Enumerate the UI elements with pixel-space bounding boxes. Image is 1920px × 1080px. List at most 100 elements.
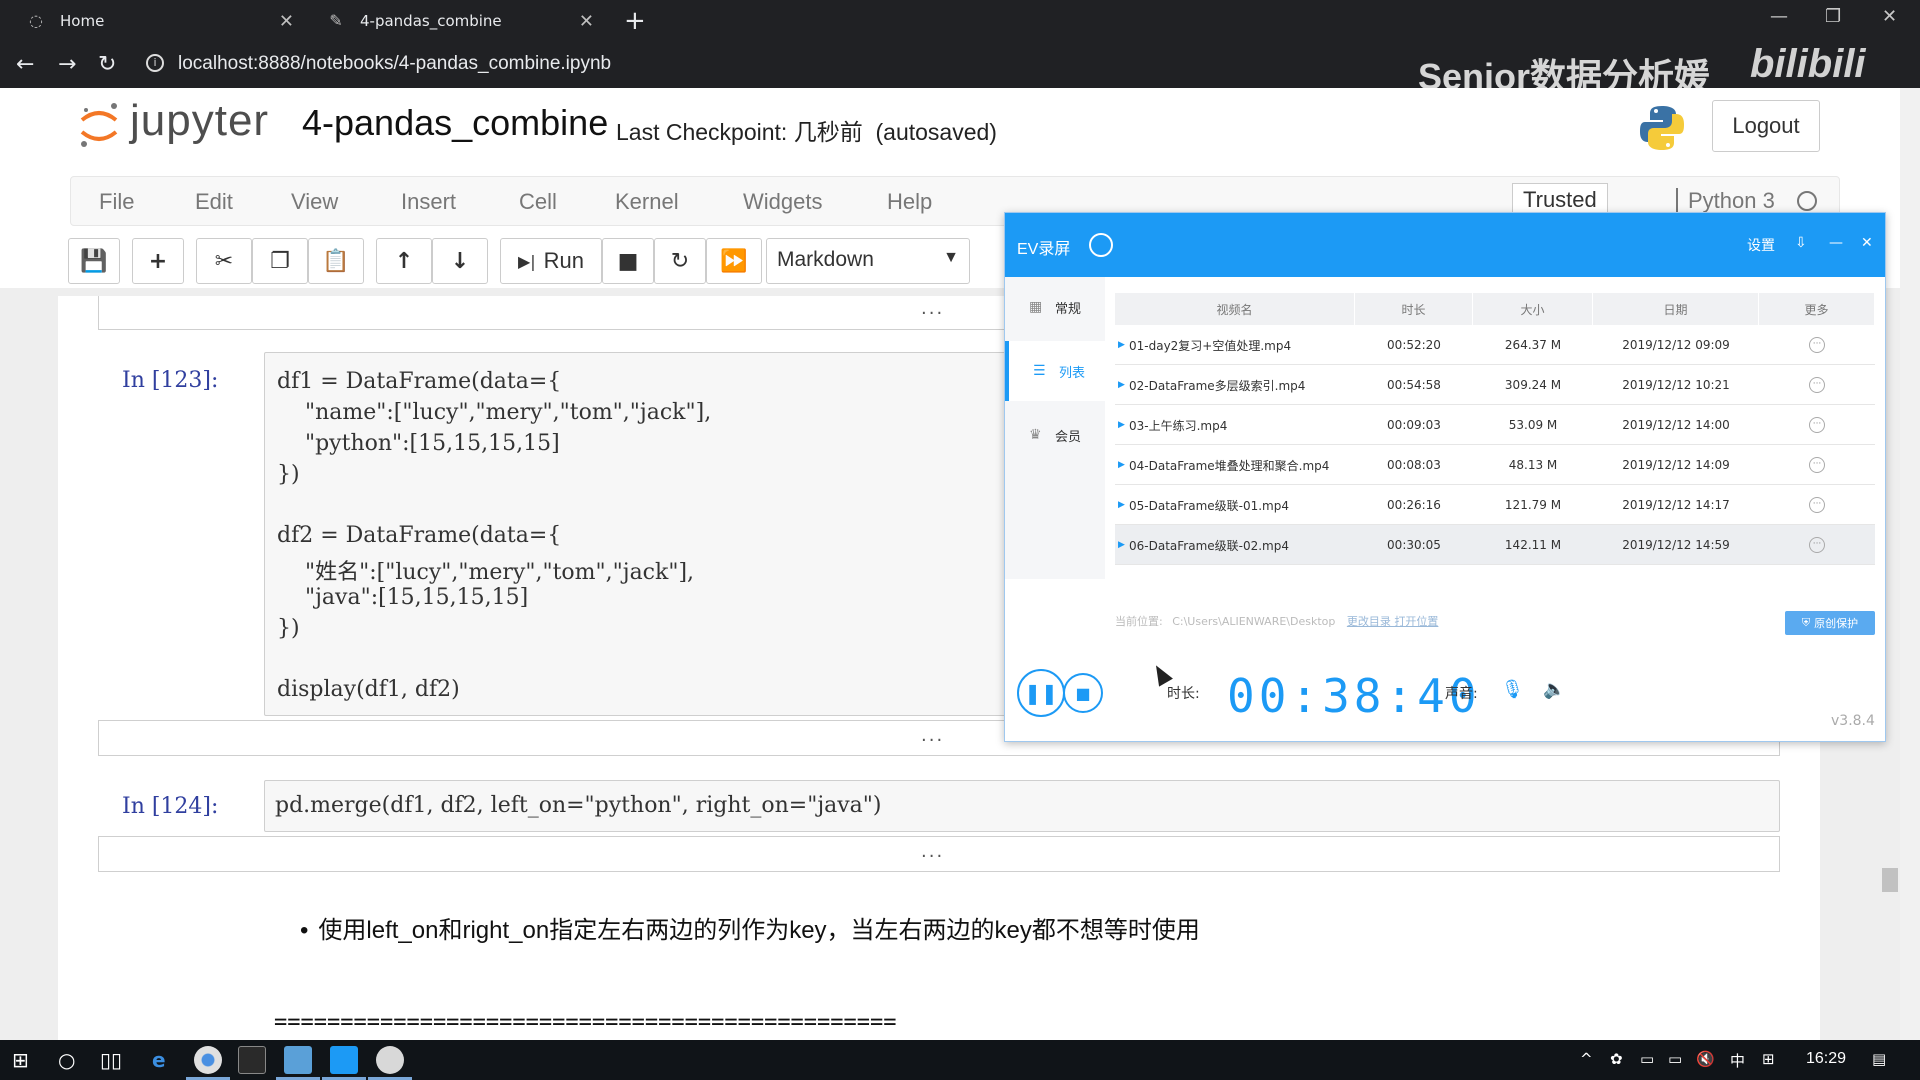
speaker-icon[interactable]: 🔈 (1543, 679, 1565, 700)
new-tab-icon[interactable]: + (624, 6, 646, 36)
user-icon[interactable] (1089, 233, 1113, 257)
close-icon[interactable]: ✕ (1861, 235, 1873, 251)
sidebar-item-general[interactable]: ▦ 常规 (1005, 277, 1105, 337)
notebook-title[interactable]: 4-pandas_combine (302, 102, 608, 144)
more-options-icon[interactable]: ··· (1809, 537, 1825, 553)
paste-button[interactable]: 📋 (308, 238, 364, 284)
menu-help[interactable]: Help (887, 189, 932, 215)
stop-button[interactable]: ■ (1063, 673, 1103, 713)
ev-recorder-window: EV录屏 设置 ⇩ — ✕ ▦ 常规 ☰ 列表 ♛ 会员 视频名 时长 大小 日期 更… (1004, 212, 1886, 742)
close-icon[interactable]: ✕ (579, 11, 594, 32)
cut-button[interactable]: ✂ (196, 238, 252, 284)
tray-expand-icon[interactable]: ^ (1580, 1050, 1593, 1068)
play-icon[interactable]: ▶ (1118, 405, 1125, 445)
microphone-icon[interactable]: 🎙 (1501, 679, 1524, 700)
table-row[interactable]: ▶ 02-DataFrame多层级索引.mp4 00:54:58 309.24 M 20… (1115, 365, 1875, 405)
pause-button[interactable]: ❚❚ (1017, 669, 1065, 717)
more-options-icon[interactable]: ··· (1809, 497, 1825, 513)
table-row[interactable]: ▶ 04-DataFrame堆叠处理和聚合.mp4 00:08:03 48.13 M 2… (1115, 445, 1875, 485)
reload-icon[interactable]: ↻ (98, 52, 116, 77)
run-button[interactable]: ▶| Run (500, 238, 602, 284)
collapsed-output[interactable]: ... (98, 836, 1780, 872)
play-icon[interactable]: ▶ (1118, 365, 1125, 405)
more-options-icon[interactable]: ··· (1809, 417, 1825, 433)
save-button[interactable]: 💾 (68, 238, 120, 284)
table-row[interactable]: ▶ 05-DataFrame级联-01.mp4 00:26:16 121.79 M 20… (1115, 485, 1875, 525)
keyboard-icon[interactable]: ⊞ (1762, 1050, 1775, 1068)
forward-icon[interactable]: → (58, 52, 76, 77)
menu-insert[interactable]: Insert (401, 189, 456, 215)
logout-button[interactable]: Logout (1712, 100, 1820, 152)
window-close-icon[interactable]: ✕ (1882, 6, 1897, 27)
run-all-button[interactable]: ⏩ (706, 238, 762, 284)
chrome-icon[interactable] (194, 1046, 222, 1074)
app-icon[interactable] (284, 1046, 312, 1074)
menu-kernel[interactable]: Kernel (615, 189, 679, 215)
code-line: }) (277, 616, 300, 641)
menu-widgets[interactable]: Widgets (743, 189, 822, 215)
search-icon[interactable]: ○ (58, 1048, 75, 1072)
dropdown-icon[interactable]: ⇩ (1795, 235, 1807, 251)
table-row[interactable]: ▶ 01-day2复习+空值处理.mp4 00:52:20 264.37 M 2019/… (1115, 325, 1875, 365)
stop-icon: ■ (1075, 683, 1091, 703)
restart-button[interactable]: ↻ (654, 238, 706, 284)
play-icon[interactable]: ▶ (1118, 485, 1125, 525)
protect-button[interactable]: ⛨ 原创保护 (1785, 611, 1875, 635)
network-icon[interactable]: ▭ (1668, 1050, 1682, 1068)
more-options-icon[interactable]: ··· (1809, 457, 1825, 473)
play-icon[interactable]: ▶ (1118, 525, 1125, 565)
volume-icon[interactable]: 🔇 (1696, 1050, 1715, 1068)
tray-app-icon[interactable]: ✿ (1610, 1050, 1623, 1068)
taskbar: ⊞ ○ ▯▯ e ^ ✿ ▭ ▭ 🔇 中 ⊞ 16:29 ▤ (0, 1040, 1920, 1080)
menu-file[interactable]: File (99, 189, 134, 215)
scrollbar-thumb[interactable] (1882, 868, 1898, 892)
loading-icon: ◌ (29, 11, 43, 30)
play-icon[interactable]: ▶ (1118, 445, 1125, 485)
app-icon[interactable] (376, 1046, 404, 1074)
menu-cell[interactable]: Cell (519, 189, 557, 215)
notification-icon[interactable]: ▤ (1872, 1050, 1886, 1068)
tab-title: 4-pandas_combine (360, 12, 502, 30)
battery-icon[interactable]: ▭ (1640, 1050, 1654, 1068)
stop-button[interactable]: ■ (602, 238, 654, 284)
edge-icon[interactable]: e (152, 1048, 166, 1072)
scrollbar[interactable] (1900, 88, 1920, 1040)
play-icon[interactable]: ▶ (1118, 325, 1125, 365)
windows-start-icon[interactable]: ⊞ (12, 1048, 29, 1072)
tab-home[interactable]: ◌ Home ✕ (16, 0, 306, 42)
tab-notebook[interactable]: ✎ 4-pandas_combine ✕ (316, 0, 606, 42)
move-down-button[interactable]: ↓ (432, 238, 488, 284)
menu-view[interactable]: View (291, 189, 338, 215)
back-icon[interactable]: ← (16, 52, 34, 77)
more-options-icon[interactable]: ··· (1809, 377, 1825, 393)
sidebar-item-member[interactable]: ♛ 会员 (1005, 405, 1105, 465)
minimize-icon[interactable]: — (1829, 235, 1843, 251)
column-header: 视频名 (1115, 293, 1355, 325)
table-row[interactable]: ▶ 03-上午练习.mp4 00:09:03 53.09 M 2019/12/12 14… (1115, 405, 1875, 445)
menu-edit[interactable]: Edit (195, 189, 233, 215)
url-input[interactable]: localhost:8888/notebooks/4-pandas_combin… (178, 53, 611, 75)
maximize-icon[interactable]: ❐ (1825, 6, 1841, 27)
more-cell: ··· (1759, 365, 1875, 405)
bullet-text: 使用left_on和right_on指定左右两边的列作为key，当左右两边的ke… (318, 917, 1200, 944)
insert-cell-button[interactable]: + (132, 238, 184, 284)
copy-button[interactable]: ❐ (252, 238, 308, 284)
clock[interactable]: 16:29 (1806, 1050, 1846, 1068)
table-cell-size: 309.24 M (1504, 378, 1562, 392)
more-options-icon[interactable]: ··· (1809, 337, 1825, 353)
jupyter-logo-icon[interactable] (78, 100, 120, 150)
close-icon[interactable]: ✕ (279, 11, 294, 32)
settings-link[interactable]: 设置 (1747, 235, 1775, 255)
location-links[interactable]: 更改目录 打开位置 (1347, 615, 1439, 628)
code-cell-124[interactable]: pd.merge(df1, df2, left_on="python", rig… (264, 780, 1780, 832)
cell-type-select[interactable]: Markdown ▼ (766, 238, 970, 284)
ime-indicator[interactable]: 中 (1730, 1050, 1745, 1071)
move-up-button[interactable]: ↑ (376, 238, 432, 284)
sidebar-item-list[interactable]: ☰ 列表 (1005, 341, 1105, 401)
info-icon[interactable]: i (146, 54, 164, 72)
minimize-icon[interactable]: — (1770, 6, 1788, 27)
table-row[interactable]: ▶ 06-DataFrame级联-02.mp4 00:30:05 142.11 M 20… (1115, 525, 1875, 565)
terminal-icon[interactable] (238, 1046, 266, 1074)
ev-recorder-taskbar-icon[interactable] (330, 1046, 358, 1074)
task-view-icon[interactable]: ▯▯ (100, 1048, 122, 1072)
